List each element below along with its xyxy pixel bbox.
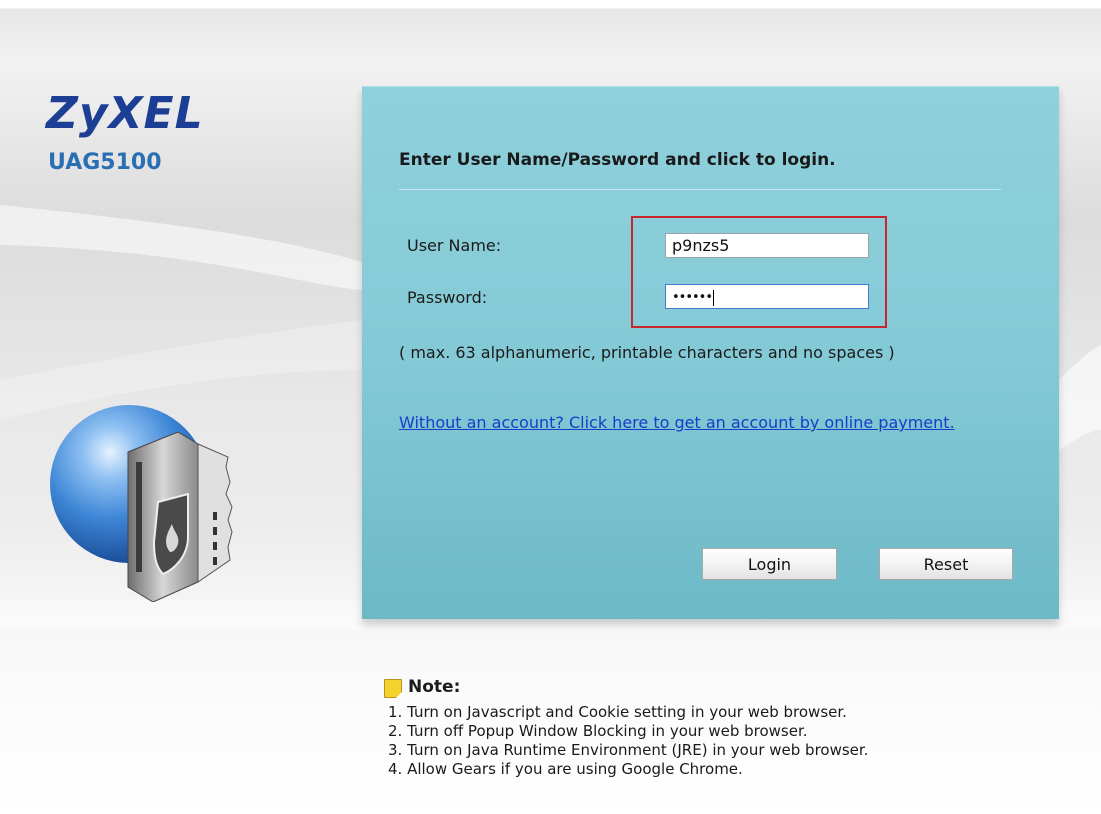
get-account-link[interactable]: Without an account? Click here to get an…	[399, 413, 955, 432]
username-label: User Name:	[407, 236, 502, 255]
login-heading: Enter User Name/Password and click to lo…	[399, 150, 836, 170]
zyxel-logo: ZyXEL	[46, 88, 204, 139]
note-list: 1. Turn on Javascript and Cookie setting…	[388, 703, 868, 779]
password-label: Password:	[407, 288, 488, 307]
note-item: 4. Allow Gears if you are using Google C…	[388, 760, 743, 778]
note-icon	[384, 679, 402, 698]
note-title: Note:	[408, 677, 461, 697]
note-item: 1. Turn on Javascript and Cookie setting…	[388, 703, 847, 721]
note-item: 2. Turn off Popup Window Blocking in you…	[388, 722, 808, 740]
credentials-highlight-box	[631, 216, 887, 328]
login-button[interactable]: Login	[702, 548, 837, 580]
reset-button[interactable]: Reset	[879, 548, 1013, 580]
device-model: UAG5100	[48, 150, 162, 175]
heading-divider	[399, 189, 1001, 190]
password-hint: ( max. 63 alphanumeric, printable charac…	[399, 343, 895, 362]
firewall-building-icon	[127, 432, 233, 602]
note-item: 3. Turn on Java Runtime Environment (JRE…	[388, 741, 869, 759]
